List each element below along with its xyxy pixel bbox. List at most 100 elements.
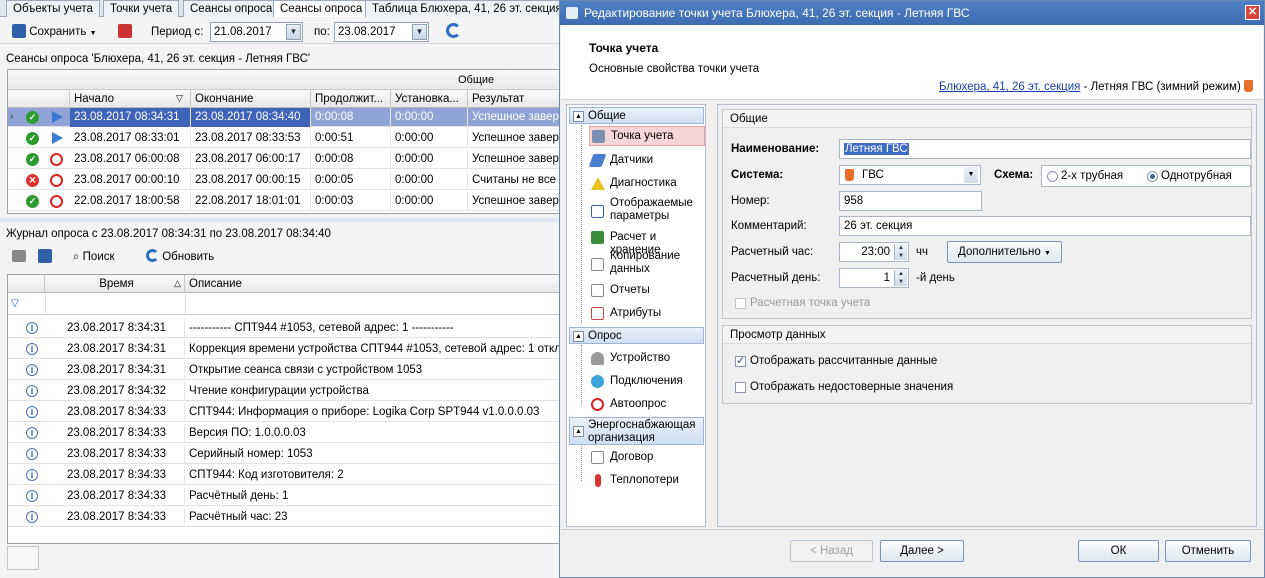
refresh-button[interactable]: Обновить: [146, 248, 214, 266]
tab-table[interactable]: Таблица Блюхера, 41, 26 эт. секция: [365, 0, 560, 17]
calc-point-checkbox[interactable]: [735, 298, 746, 309]
chevron-down-icon[interactable]: ▼: [964, 167, 978, 183]
journal-row[interactable]: i 23.08.2017 8:34:33 Версия ПО: 1.0.0.0.03: [8, 424, 560, 443]
col-end[interactable]: Окончание: [191, 90, 311, 108]
cancel-button[interactable]: Отменить: [1165, 540, 1251, 562]
show-unreliable-checkbox[interactable]: [735, 382, 746, 393]
filter-icon[interactable]: [118, 23, 132, 41]
nav-item-calc[interactable]: Расчет и хранение: [591, 230, 705, 256]
collapse-icon[interactable]: ▲: [573, 111, 584, 122]
period-to-input[interactable]: 23.08.2017 ▼: [334, 22, 429, 42]
close-icon[interactable]: ✕: [1245, 5, 1260, 20]
more-button[interactable]: Дополнительно ▼: [947, 241, 1062, 263]
back-button[interactable]: < Назад: [790, 540, 873, 562]
session-row[interactable]: ✓ 22.08.2017 18:00:58 22.08.2017 18:01:01 0…: [8, 192, 560, 211]
filter-icon[interactable]: ▽: [11, 298, 19, 309]
nav-item-copy[interactable]: Копирование данных: [591, 250, 705, 278]
nav-item-connections[interactable]: Подключения: [591, 374, 705, 390]
filter-row[interactable]: ▽: [8, 294, 560, 315]
col-desc[interactable]: Описание: [185, 275, 560, 293]
nav-item-device[interactable]: Устройство: [591, 351, 705, 367]
nav-group-general[interactable]: ▲ Общие: [569, 107, 704, 124]
nav-item-heatloss[interactable]: Теплопотери: [591, 473, 705, 489]
nav-item-autopoll[interactable]: Автоопрос: [591, 397, 705, 413]
comment-input[interactable]: 26 эт. секция: [839, 216, 1251, 236]
journal-row[interactable]: i 23.08.2017 8:34:32 Чтение конфигурации у…: [8, 382, 560, 401]
breadcrumb-link[interactable]: Блюхера, 41, 26 эт. секция: [939, 81, 1080, 93]
journal-row[interactable]: i 23.08.2017 8:34:33 Расчётный день: 1: [8, 487, 560, 506]
session-row[interactable]: ✕ 23.08.2017 00:00:10 23.08.2017 00:00:15 0…: [8, 171, 560, 190]
nav-item-diagnostics[interactable]: Диагностика: [591, 176, 705, 192]
main-window: Объекты учета Точки учета Сеансы опроса …: [0, 0, 560, 578]
system-select[interactable]: ГВС ▼: [839, 165, 981, 185]
col-duration[interactable]: Продолжит...: [311, 90, 391, 108]
scheme-radio-one-pipe[interactable]: [1147, 171, 1158, 182]
cell-result: Успешное заверш: [468, 192, 560, 211]
cell-setup: 0:00:00: [391, 129, 468, 148]
nav-group-polling[interactable]: ▲ Опрос: [569, 327, 704, 344]
dialog-titlebar[interactable]: Редактирование точки учета Блюхера, 41, …: [560, 1, 1264, 25]
journal-row[interactable]: i 23.08.2017 8:34:31 ----------- СПТ944 #1…: [8, 319, 560, 338]
show-calc-checkbox[interactable]: [735, 354, 746, 367]
collapse-icon[interactable]: ▲: [573, 426, 584, 437]
name-input[interactable]: Летняя ГВС: [839, 139, 1251, 159]
nav-item-point[interactable]: Точка учета: [589, 126, 705, 146]
nav-group-supplier[interactable]: ▲ Энергоснабжающая организация: [569, 417, 704, 445]
col-result[interactable]: Результат: [468, 90, 560, 108]
journal-row[interactable]: i 23.08.2017 8:34:33 Серийный номер: 1053: [8, 445, 560, 464]
search-button[interactable]: ⌕ Поиск: [73, 248, 115, 266]
nav-item-params[interactable]: Отображаемые параметры: [591, 197, 705, 225]
export-icon[interactable]: [38, 248, 52, 266]
ok-button[interactable]: ОК: [1078, 540, 1159, 562]
next-button[interactable]: Далее >: [880, 540, 964, 562]
journal-toolbar: ⌕ Поиск Обновить: [0, 246, 560, 268]
save-button[interactable]: Сохранить ▼: [12, 23, 97, 41]
print-icon[interactable]: [12, 248, 26, 266]
nav-item-contract[interactable]: Договор: [591, 450, 705, 466]
info-icon: i: [26, 322, 38, 334]
tab-sessions-2[interactable]: Сеансы опроса: [273, 0, 370, 17]
tab-points[interactable]: Точки учета: [103, 0, 180, 17]
breadcrumb-rest: - Летняя ГВС (зимний режим): [1080, 81, 1241, 93]
scheme-opt2-label: Однотрубная: [1161, 170, 1232, 182]
journal-row[interactable]: i 23.08.2017 8:34:33 СПТ944: Информация о …: [8, 403, 560, 422]
chevron-down-icon[interactable]: ▼: [412, 24, 427, 40]
nav-item-reports[interactable]: Отчеты: [591, 283, 705, 299]
nav-item-attributes[interactable]: Атрибуты: [591, 306, 705, 322]
journal-row[interactable]: i 23.08.2017 8:34:33 Расчётный час: 23: [8, 508, 560, 527]
journal-row[interactable]: i 23.08.2017 8:34:33 СПТ944: Код изготовит…: [8, 466, 560, 485]
number-input[interactable]: 958: [839, 191, 982, 211]
info-icon: i: [26, 385, 38, 397]
calc-hour-input[interactable]: 23:00 ▲ ▼: [839, 242, 909, 262]
info-icon: i: [26, 406, 38, 418]
cell-end: 23.08.2017 08:34:40: [191, 108, 311, 127]
tab-sessions-1[interactable]: Сеансы опроса: [183, 0, 280, 17]
tab-objects[interactable]: Объекты учета: [6, 0, 100, 17]
period-from-input[interactable]: 21.08.2017 ▼: [210, 22, 303, 42]
col-start[interactable]: Начало: [70, 90, 191, 108]
collapse-icon[interactable]: ▲: [573, 331, 584, 342]
document-tabs: Объекты учета Точки учета Сеансы опроса …: [0, 0, 560, 17]
journal-row[interactable]: i 23.08.2017 8:34:31 Открытие сеанса связи…: [8, 361, 560, 380]
session-row[interactable]: ✓ 23.08.2017 08:33:01 23.08.2017 08:33:53 0…: [8, 129, 560, 148]
col-time[interactable]: Время: [45, 275, 185, 293]
calc-day-input[interactable]: 1 ▲ ▼: [839, 268, 909, 288]
cell-desc: Открытие сеанса связи с устройством 1053: [185, 361, 560, 380]
scheme-radio-two-pipe[interactable]: [1047, 171, 1058, 182]
cell-duration: 0:00:05: [311, 171, 391, 190]
thermometer-icon: [595, 474, 601, 487]
journal-header: Время △ Описание: [8, 275, 560, 293]
hot-water-icon: [845, 169, 854, 181]
refresh-icon[interactable]: [446, 23, 461, 41]
chevron-down-icon[interactable]: ▼: [286, 24, 301, 40]
info-icon: i: [26, 511, 38, 523]
spinner-icon[interactable]: ▲ ▼: [894, 244, 907, 260]
session-row[interactable]: ✓ 23.08.2017 06:00:08 23.08.2017 06:00:17 0…: [8, 150, 560, 169]
session-row[interactable]: › ✓ 23.08.2017 08:34:31 23.08.2017 08:34:40…: [8, 108, 560, 127]
nav-item-sensors[interactable]: Датчики: [588, 153, 705, 169]
journal-row[interactable]: i 23.08.2017 8:34:31 Коррекция времени уст…: [8, 340, 560, 359]
report-icon: [591, 284, 604, 297]
splitter[interactable]: [0, 218, 560, 222]
spinner-icon[interactable]: ▲ ▼: [894, 270, 907, 286]
col-setup[interactable]: Установка...: [391, 90, 468, 108]
